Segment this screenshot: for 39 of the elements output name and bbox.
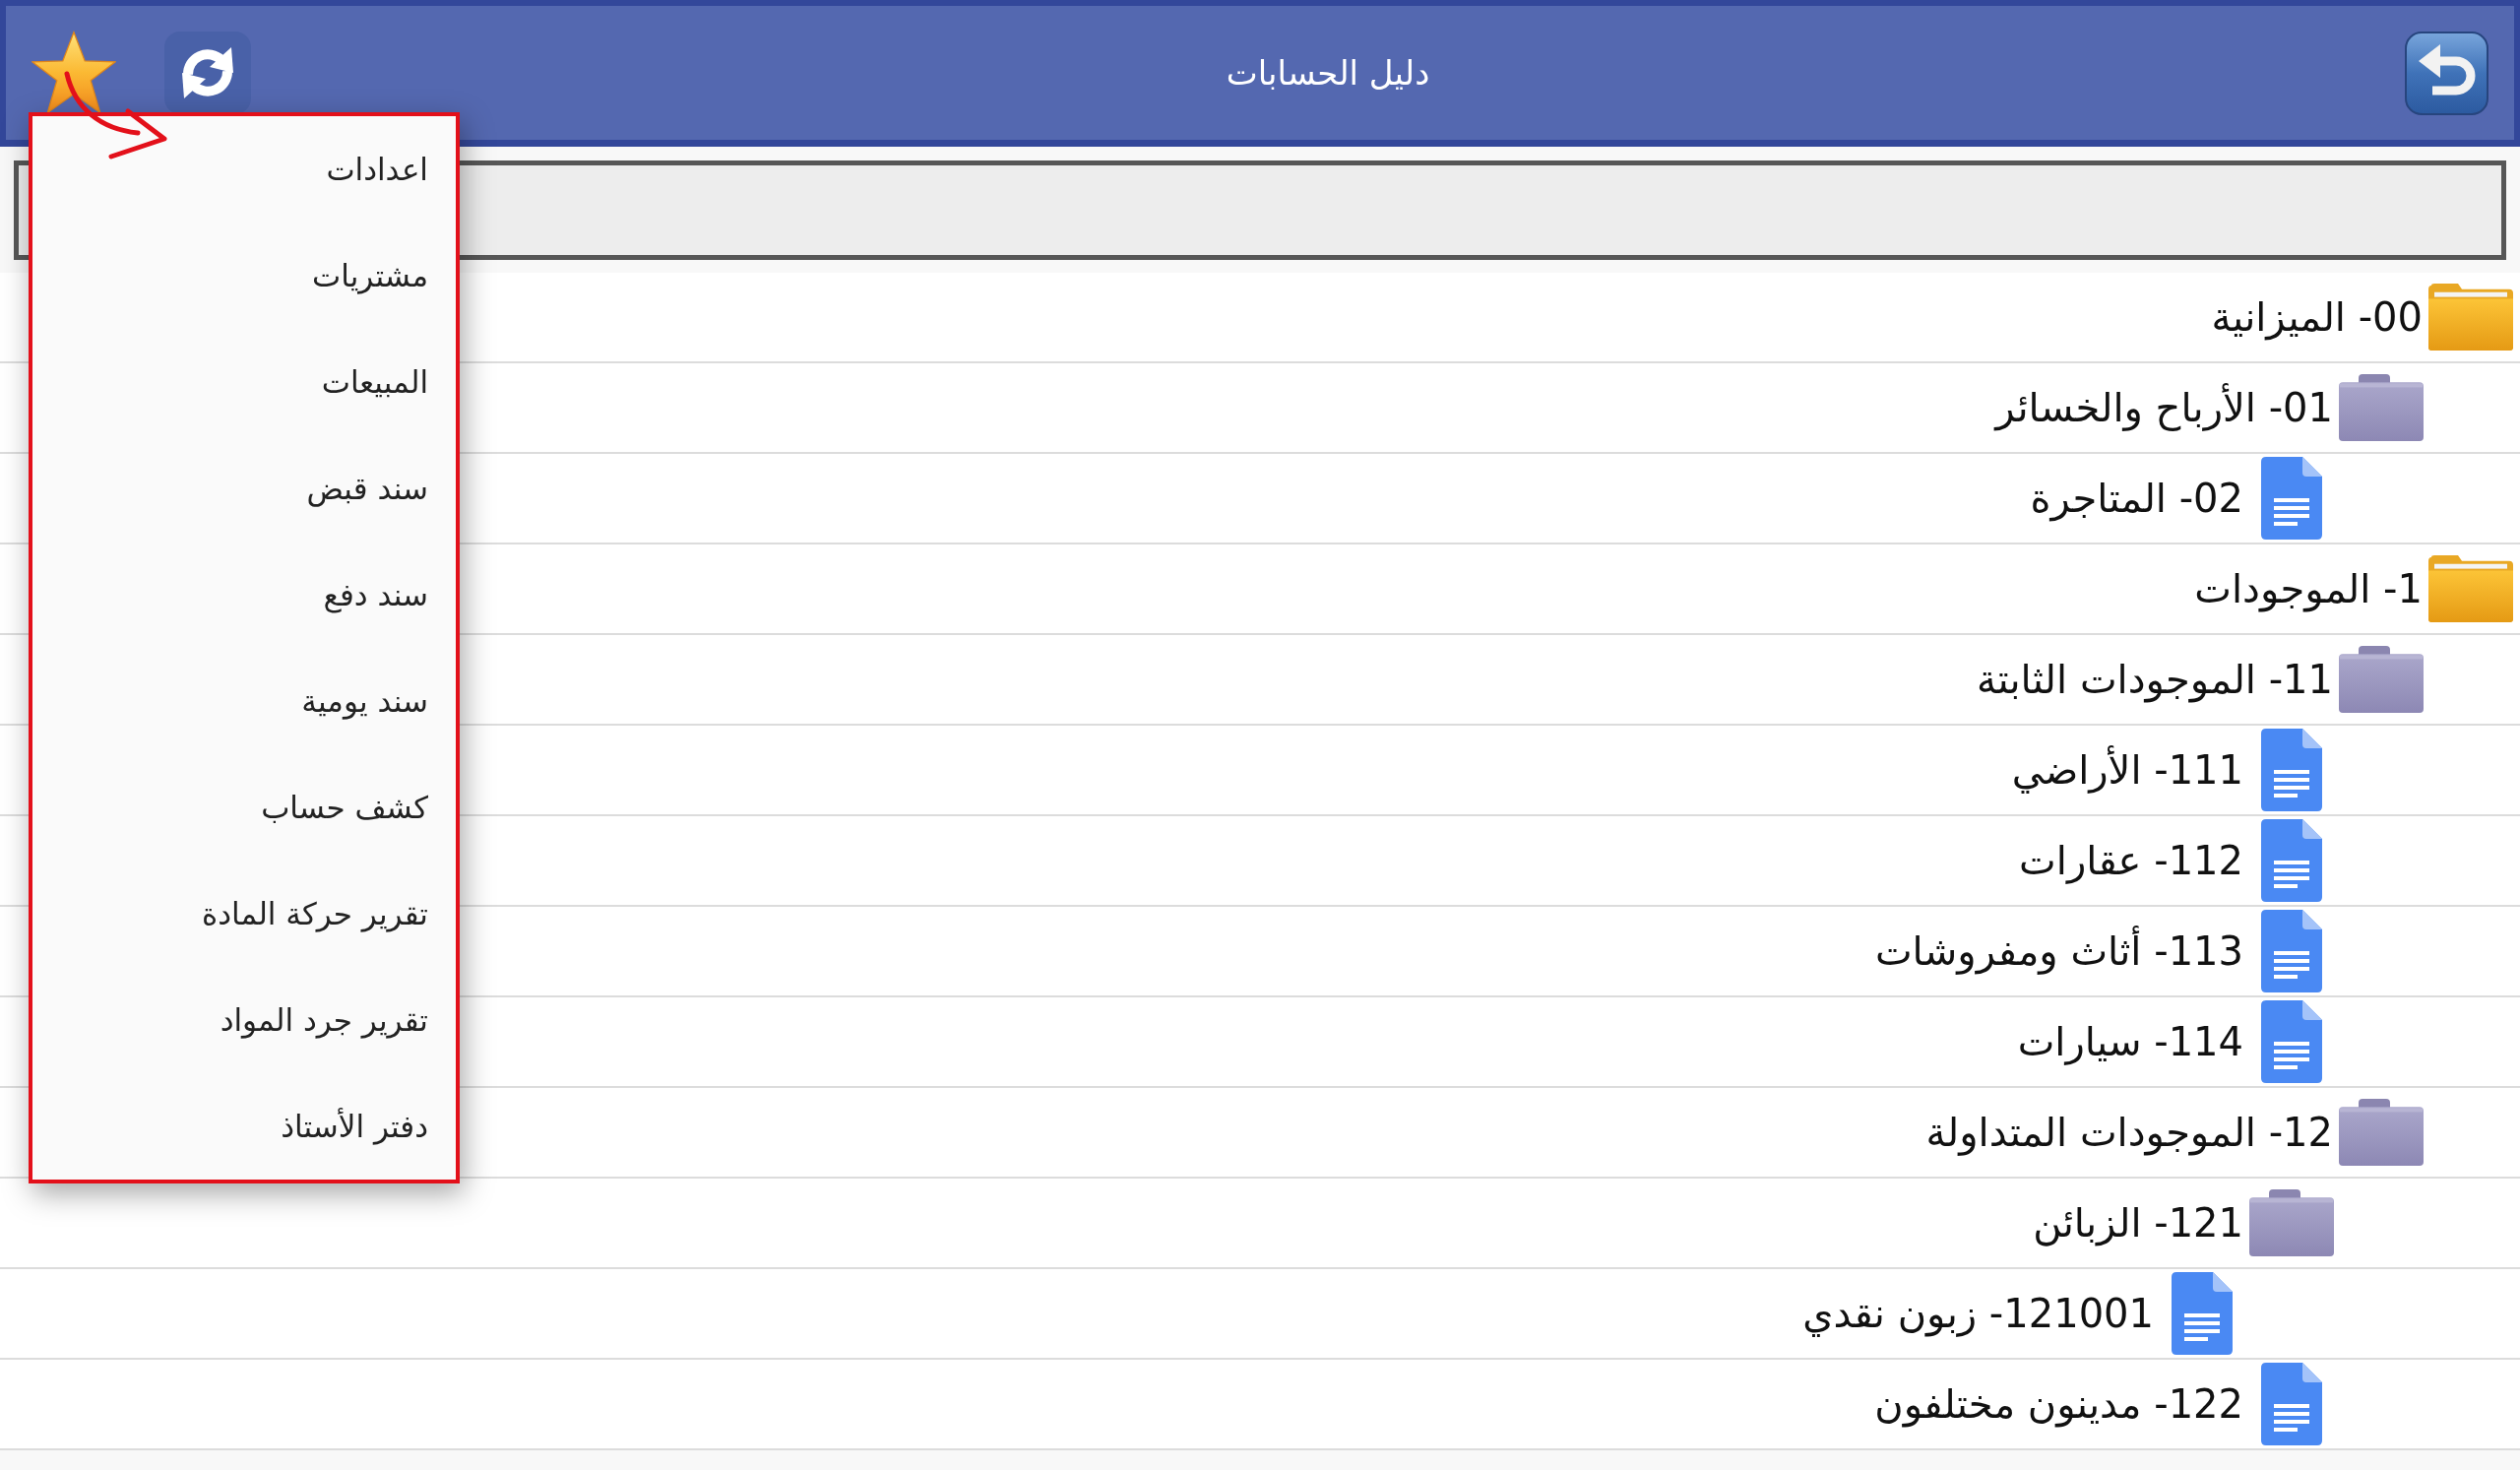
menu-item[interactable]: اعدادات: [32, 116, 456, 223]
menu-item[interactable]: تقرير حركة المادة: [32, 861, 456, 967]
refresh-icon[interactable]: [164, 32, 251, 114]
menu-item[interactable]: دفتر الأستاذ: [32, 1073, 456, 1180]
account-label[interactable]: 122- مدينون مختلفون: [1874, 1381, 2243, 1427]
menu-item[interactable]: سند يومية: [32, 648, 456, 754]
folder-icon: [2249, 1189, 2334, 1256]
account-label[interactable]: 111- الأراضي: [2011, 747, 2243, 793]
header-title: دليل الحسابات: [1226, 53, 1430, 93]
document-icon: [2261, 1000, 2322, 1083]
account-label[interactable]: 12- الموجودات المتداولة: [1925, 1110, 2333, 1155]
menu-item[interactable]: مشتريات: [32, 223, 456, 329]
folder-icon: [2339, 1099, 2424, 1166]
menu-item[interactable]: سند قبض: [32, 435, 456, 542]
account-label[interactable]: 112- عقارات: [2019, 838, 2243, 883]
folder-icon: [2428, 284, 2513, 351]
menu-item[interactable]: سند دفع: [32, 542, 456, 648]
account-label[interactable]: 02- المتاجرة: [2030, 476, 2243, 521]
document-icon: [2261, 910, 2322, 992]
back-icon[interactable]: [2405, 31, 2488, 115]
document-icon: [2261, 819, 2322, 902]
account-label[interactable]: 00- الميزانية: [2211, 294, 2423, 340]
account-label[interactable]: 1- الموجودات: [2194, 566, 2423, 611]
folder-icon: [2339, 374, 2424, 441]
document-icon: [2261, 1363, 2322, 1445]
menu-item[interactable]: تقرير جرد المواد: [32, 967, 456, 1073]
account-label[interactable]: 121- الزبائن: [2033, 1200, 2243, 1246]
account-label[interactable]: 121001- زبون نقدي: [1802, 1291, 2154, 1336]
menu-item[interactable]: كشف حساب: [32, 754, 456, 861]
menu-item[interactable]: المبيعات: [32, 329, 456, 435]
folder-icon: [2428, 555, 2513, 622]
document-icon: [2172, 1272, 2233, 1355]
account-label[interactable]: 11- الموجودات الثابتة: [1976, 657, 2333, 702]
star-icon[interactable]: [32, 31, 116, 115]
document-icon: [2261, 729, 2322, 811]
folder-icon: [2339, 646, 2424, 713]
account-label[interactable]: 01- الأرباح والخسائر: [1995, 385, 2333, 430]
document-icon: [2261, 457, 2322, 540]
account-label[interactable]: 114- سيارات: [2017, 1019, 2243, 1064]
